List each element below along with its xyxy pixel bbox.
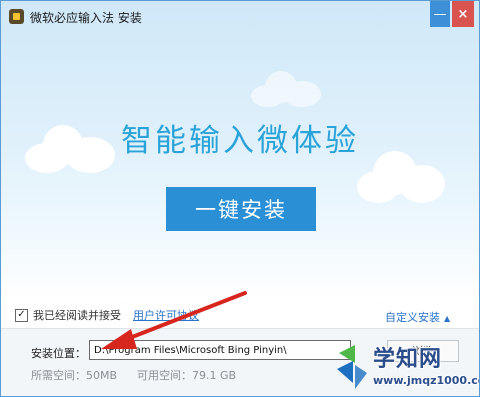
custom-install-link[interactable]: 自定义安装 ▲: [385, 309, 450, 325]
app-icon: [9, 9, 24, 24]
triangle-up-icon: ▲: [444, 314, 451, 323]
title-bar: 微软必应输入法 安装 — ×: [1, 1, 479, 33]
watermark-logo-icon: [337, 345, 367, 389]
install-path-input[interactable]: [89, 340, 351, 360]
install-location-label: 安装位置：: [31, 347, 86, 360]
minimize-button[interactable]: —: [430, 1, 450, 27]
headline: 智能输入微体验: [121, 123, 359, 159]
license-link[interactable]: 用户许可协议: [133, 307, 199, 323]
installer-window: 微软必应输入法 安装 — × 智能输入微体验 一键安装 ✓ 我已经阅读并接受 用…: [0, 0, 480, 397]
required-space: 所需空间：50MB: [31, 369, 118, 382]
window-title: 微软必应输入法 安装: [30, 11, 142, 25]
close-button[interactable]: ×: [452, 1, 474, 27]
one-click-install-button[interactable]: 一键安装: [166, 187, 316, 231]
disk-space-row: 所需空间：50MB 可用空间：79.1 GB: [31, 367, 236, 383]
watermark-title: 学知网: [373, 347, 443, 372]
agree-label: 我已经阅读并接受: [33, 309, 121, 322]
watermark-url: www.jmqz1000.com: [373, 374, 479, 387]
agree-checkbox[interactable]: ✓: [15, 308, 28, 322]
watermark: 学知网 www.jmqz1000.com: [333, 341, 479, 396]
cloud-top-right: [251, 71, 321, 107]
custom-install-label: 自定义安装: [385, 311, 440, 324]
agreement-row: ✓ 我已经阅读并接受 用户许可协议: [15, 307, 199, 323]
available-space: 可用空间：79.1 GB: [137, 369, 237, 382]
